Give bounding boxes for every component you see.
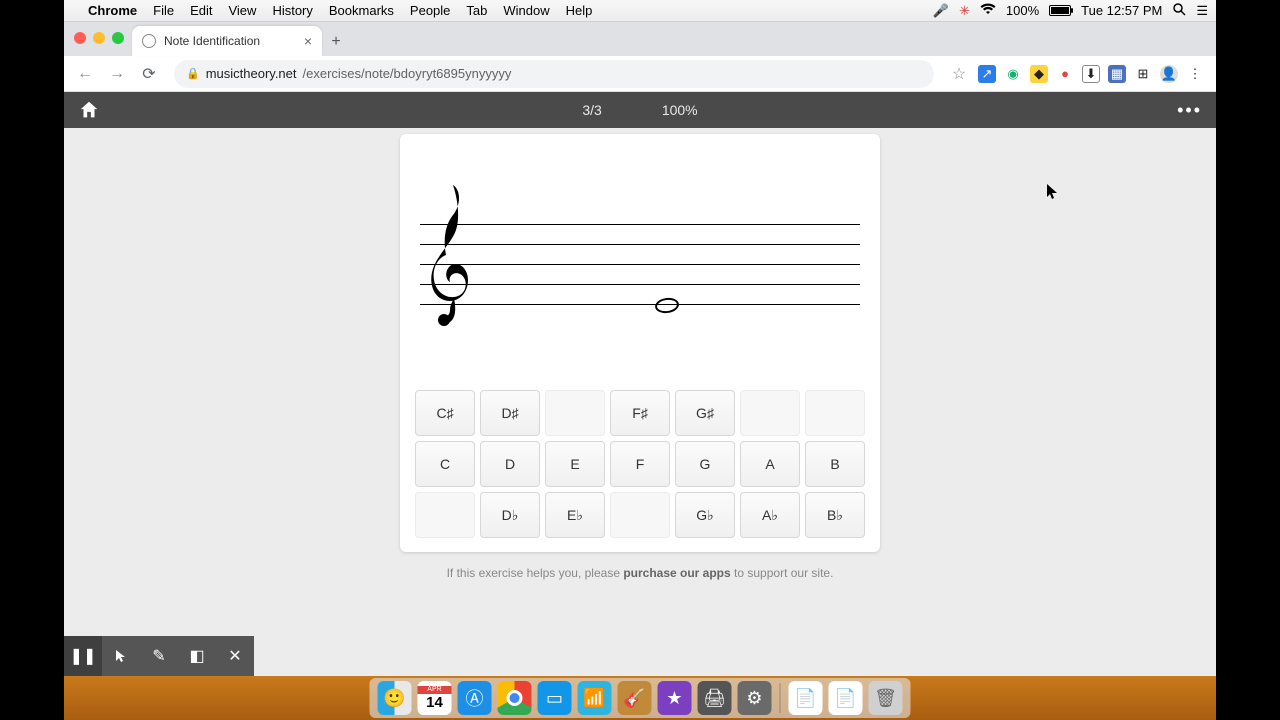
note-btn-empty — [415, 492, 475, 538]
extension-icon[interactable]: ⬇ — [1082, 65, 1100, 83]
note-btn-d-flat[interactable]: D♭ — [480, 492, 540, 538]
note-btn-d-sharp[interactable]: D♯ — [480, 390, 540, 436]
dock-keynote-icon[interactable]: ▭ — [538, 681, 572, 715]
puzzle-icon[interactable]: ✳︎ — [959, 3, 970, 19]
extension-icon[interactable]: ● — [1056, 65, 1074, 83]
profile-avatar-icon[interactable]: 👤 — [1160, 65, 1178, 83]
browser-tab[interactable]: Note Identification × — [132, 26, 322, 56]
note-button-grid: C♯ D♯ F♯ G♯ C D E F G A B — [400, 390, 880, 538]
lock-icon: 🔒 — [186, 67, 200, 80]
extension-icon[interactable]: ◆ — [1030, 65, 1048, 83]
dock-doc-icon[interactable]: 📄 — [829, 681, 863, 715]
forward-button[interactable]: → — [104, 61, 130, 87]
address-bar[interactable]: 🔒 musictheory.net/exercises/note/bdoyryt… — [174, 60, 934, 88]
dock-garageband-icon[interactable]: 🎸 — [618, 681, 652, 715]
back-button[interactable]: ← — [72, 61, 98, 87]
note-btn-empty — [740, 390, 800, 436]
treble-clef-icon — [428, 180, 478, 333]
tab-close-icon[interactable]: × — [304, 33, 312, 49]
menubar-history[interactable]: History — [264, 3, 320, 18]
menubar-edit[interactable]: Edit — [182, 3, 220, 18]
menubar-bookmarks[interactable]: Bookmarks — [321, 3, 402, 18]
extension-icon[interactable]: ◉ — [1004, 65, 1022, 83]
support-text: If this exercise helps you, please purch… — [447, 566, 834, 580]
home-icon[interactable] — [78, 99, 100, 121]
exercise-card: C♯ D♯ F♯ G♯ C D E F G A B — [400, 134, 880, 552]
menubar-view[interactable]: View — [220, 3, 264, 18]
dock-doc-icon[interactable]: 📄 — [789, 681, 823, 715]
bookmark-star-icon[interactable]: ☆ — [946, 61, 972, 87]
note-btn-g-sharp[interactable]: G♯ — [675, 390, 735, 436]
extension-icon[interactable]: ↗ — [978, 65, 996, 83]
window-close-button[interactable] — [74, 32, 86, 44]
note-btn-b-flat[interactable]: B♭ — [805, 492, 865, 538]
support-post: to support our site. — [731, 566, 834, 580]
wifi-icon[interactable] — [980, 3, 996, 18]
screen-recorder-bar: ❚❚ ✎ ◧ ✕ — [64, 636, 254, 676]
spotlight-icon[interactable] — [1172, 2, 1186, 19]
percent-label: 100% — [662, 102, 698, 118]
menubar-window[interactable]: Window — [495, 3, 557, 18]
dock-chrome-icon[interactable] — [498, 681, 532, 715]
tab-favicon — [142, 34, 156, 48]
note-btn-empty — [610, 492, 670, 538]
note-btn-c[interactable]: C — [415, 441, 475, 487]
battery-pct: 100% — [1006, 3, 1039, 18]
note-btn-g[interactable]: G — [675, 441, 735, 487]
note-btn-e-flat[interactable]: E♭ — [545, 492, 605, 538]
progress-label: 3/3 — [582, 102, 601, 118]
extension-icon[interactable]: ⊞ — [1134, 65, 1152, 83]
pause-icon[interactable]: ❚❚ — [64, 636, 102, 676]
dock-appstore-icon[interactable]: Ⓐ — [458, 681, 492, 715]
note-btn-f-sharp[interactable]: F♯ — [610, 390, 670, 436]
support-pre: If this exercise helps you, please — [447, 566, 624, 580]
battery-icon[interactable] — [1049, 5, 1071, 16]
dock-printer-icon[interactable]: 🖨 — [698, 681, 732, 715]
window-minimize-button[interactable] — [93, 32, 105, 44]
cursor-tool-icon[interactable] — [102, 636, 140, 676]
reload-button[interactable]: ⟳ — [136, 61, 162, 87]
menubar-app[interactable]: Chrome — [80, 3, 145, 18]
window-zoom-button[interactable] — [112, 32, 124, 44]
control-center-icon[interactable]: ☰ — [1196, 3, 1208, 19]
new-tab-button[interactable]: + — [322, 28, 350, 56]
pen-tool-icon[interactable]: ✎ — [140, 636, 178, 676]
dock-calendar-icon[interactable]: APR 14 — [418, 681, 452, 715]
url-domain: musictheory.net — [206, 66, 297, 81]
app-menu-icon[interactable]: ••• — [1177, 100, 1202, 121]
chrome-menu-icon[interactable]: ⋮ — [1186, 65, 1204, 83]
note-btn-a-flat[interactable]: A♭ — [740, 492, 800, 538]
note-btn-g-flat[interactable]: G♭ — [675, 492, 735, 538]
note-btn-empty — [805, 390, 865, 436]
close-icon[interactable]: ✕ — [216, 636, 254, 676]
note-btn-f[interactable]: F — [610, 441, 670, 487]
support-link[interactable]: purchase our apps — [623, 566, 730, 580]
dock-trash-icon[interactable]: 🗑 — [869, 681, 903, 715]
whole-note — [655, 298, 679, 313]
tab-title: Note Identification — [164, 34, 296, 48]
extension-icon[interactable]: ▦ — [1108, 65, 1126, 83]
note-btn-e[interactable]: E — [545, 441, 605, 487]
dock-settings-icon[interactable]: ⚙ — [738, 681, 772, 715]
dock-wifi-icon[interactable]: 📶 — [578, 681, 612, 715]
note-btn-c-sharp[interactable]: C♯ — [415, 390, 475, 436]
menubar-people[interactable]: People — [402, 3, 458, 18]
menubar-tab[interactable]: Tab — [458, 3, 495, 18]
note-btn-b[interactable]: B — [805, 441, 865, 487]
note-btn-a[interactable]: A — [740, 441, 800, 487]
mic-icon[interactable]: 🎤 — [933, 3, 949, 19]
dock-separator — [780, 683, 781, 713]
eraser-tool-icon[interactable]: ◧ — [178, 636, 216, 676]
dock: 🙂 APR 14 Ⓐ ▭ 📶 🎸 ★ 🖨 ⚙ 📄 📄 🗑 — [370, 678, 911, 718]
menubar-help[interactable]: Help — [558, 3, 601, 18]
dock-imovie-icon[interactable]: ★ — [658, 681, 692, 715]
dock-finder-icon[interactable]: 🙂 — [378, 681, 412, 715]
clock[interactable]: Tue 12:57 PM — [1081, 3, 1162, 18]
music-staff — [420, 224, 860, 305]
url-path: /exercises/note/bdoyryt6895ynyyyyy — [303, 66, 512, 81]
menubar-file[interactable]: File — [145, 3, 182, 18]
note-btn-d[interactable]: D — [480, 441, 540, 487]
note-btn-empty — [545, 390, 605, 436]
